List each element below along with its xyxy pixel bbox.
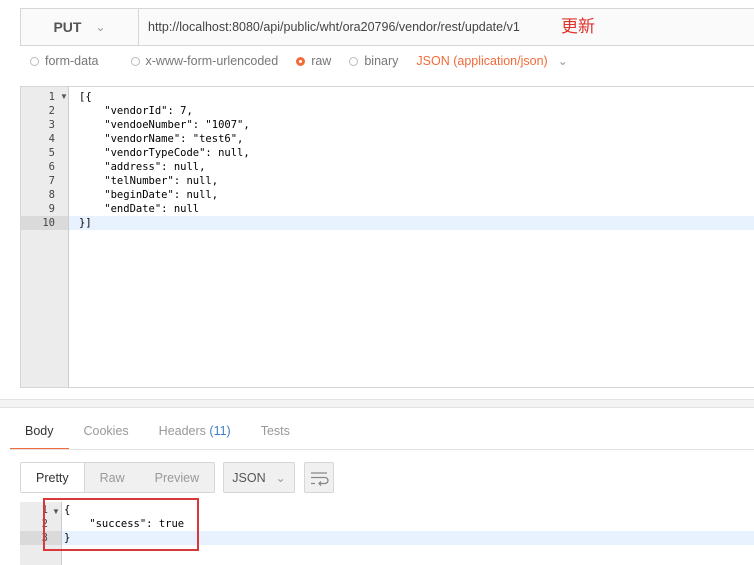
code-line: "vendorName": "test6", (79, 133, 244, 145)
tab-tests[interactable]: Tests (246, 416, 305, 450)
headers-count-badge: (11) (209, 424, 231, 438)
method-label: PUT (53, 19, 82, 35)
code-line: "vendorTypeCode": null, (79, 147, 250, 159)
radio-label: binary (364, 54, 399, 68)
url-input[interactable]: http://localhost:8080/api/public/wht/ora… (139, 20, 520, 34)
format-dropdown[interactable]: JSON ⌄ (223, 462, 295, 493)
content-type-label: JSON (application/json) (416, 54, 548, 68)
line-number: 2 (48, 105, 55, 117)
tab-label: Cookies (83, 424, 129, 438)
view-pretty-button[interactable]: Pretty (21, 463, 85, 492)
annotation-highlight-box (43, 498, 199, 551)
tab-headers[interactable]: Headers (11) (144, 416, 246, 450)
code-line: [{ (79, 91, 92, 103)
tab-label: Tests (260, 424, 290, 438)
radio-icon (349, 56, 359, 66)
chevron-down-icon: ⌄ (95, 20, 106, 34)
line-number: 3 (48, 119, 55, 131)
active-line-highlight (69, 216, 754, 230)
line-number: 9 (48, 203, 55, 215)
code-line: "vendoeNumber": "1007", (79, 119, 250, 131)
pane-divider[interactable] (0, 399, 754, 408)
annotation-text: 更新 (561, 17, 595, 37)
chevron-down-icon: ⌄ (275, 470, 286, 485)
code-line: "endDate": null (79, 203, 200, 215)
wrap-lines-button[interactable] (304, 462, 334, 493)
code-line: "telNumber": null, (79, 175, 219, 187)
line-number: 7 (48, 175, 55, 187)
code-line: "address": null, (79, 161, 206, 173)
content-type-dropdown[interactable]: JSON (application/json) ⌄ (416, 54, 567, 68)
radio-label: raw (311, 54, 332, 68)
line-number: 4 (48, 133, 55, 145)
body-type-row: form-data x-www-form-urlencoded raw bina… (30, 52, 568, 70)
format-label: JSON (232, 470, 266, 485)
chevron-down-icon: ⌄ (557, 54, 568, 68)
request-body-editor[interactable]: ▼ 1 2 3 4 5 6 7 8 9 10 [{ "vendorId": 7,… (20, 86, 754, 388)
radio-icon (30, 56, 39, 66)
radio-label: x-www-form-urlencoded (145, 54, 279, 68)
radio-urlencoded[interactable]: x-www-form-urlencoded (130, 54, 279, 68)
wrap-lines-icon (311, 472, 329, 486)
line-number: 5 (48, 147, 55, 159)
response-tabs: Body Cookies Headers (11) Tests (10, 416, 305, 450)
view-preview-button[interactable]: Preview (140, 463, 214, 492)
radio-binary[interactable]: binary (349, 54, 398, 68)
tab-body[interactable]: Body (10, 416, 69, 450)
fold-arrow-icon[interactable]: ▼ (60, 92, 68, 101)
view-raw-button[interactable]: Raw (85, 463, 140, 492)
tab-cookies[interactable]: Cookies (69, 416, 144, 450)
line-number: 8 (48, 189, 55, 201)
radio-selected-icon (296, 56, 306, 66)
code-line: "beginDate": null, (79, 189, 219, 201)
line-number: 6 (48, 161, 55, 173)
radio-raw[interactable]: raw (296, 54, 331, 68)
view-mode-toggle: Pretty Raw Preview (20, 462, 216, 493)
line-number: 1 (48, 91, 55, 103)
tab-label: Body (25, 424, 54, 438)
tabs-underline (10, 449, 754, 450)
line-number: 10 (42, 217, 55, 229)
radio-label: form-data (45, 54, 99, 68)
code-line: }] (79, 217, 92, 229)
radio-form-data[interactable]: form-data (30, 54, 99, 68)
radio-icon (130, 56, 140, 66)
url-bar: PUT ⌄ http://localhost:8080/api/public/w… (20, 8, 754, 46)
method-dropdown[interactable]: PUT ⌄ (21, 9, 139, 45)
tab-label: Headers (158, 424, 206, 438)
code-line: "vendorId": 7, (79, 105, 193, 117)
